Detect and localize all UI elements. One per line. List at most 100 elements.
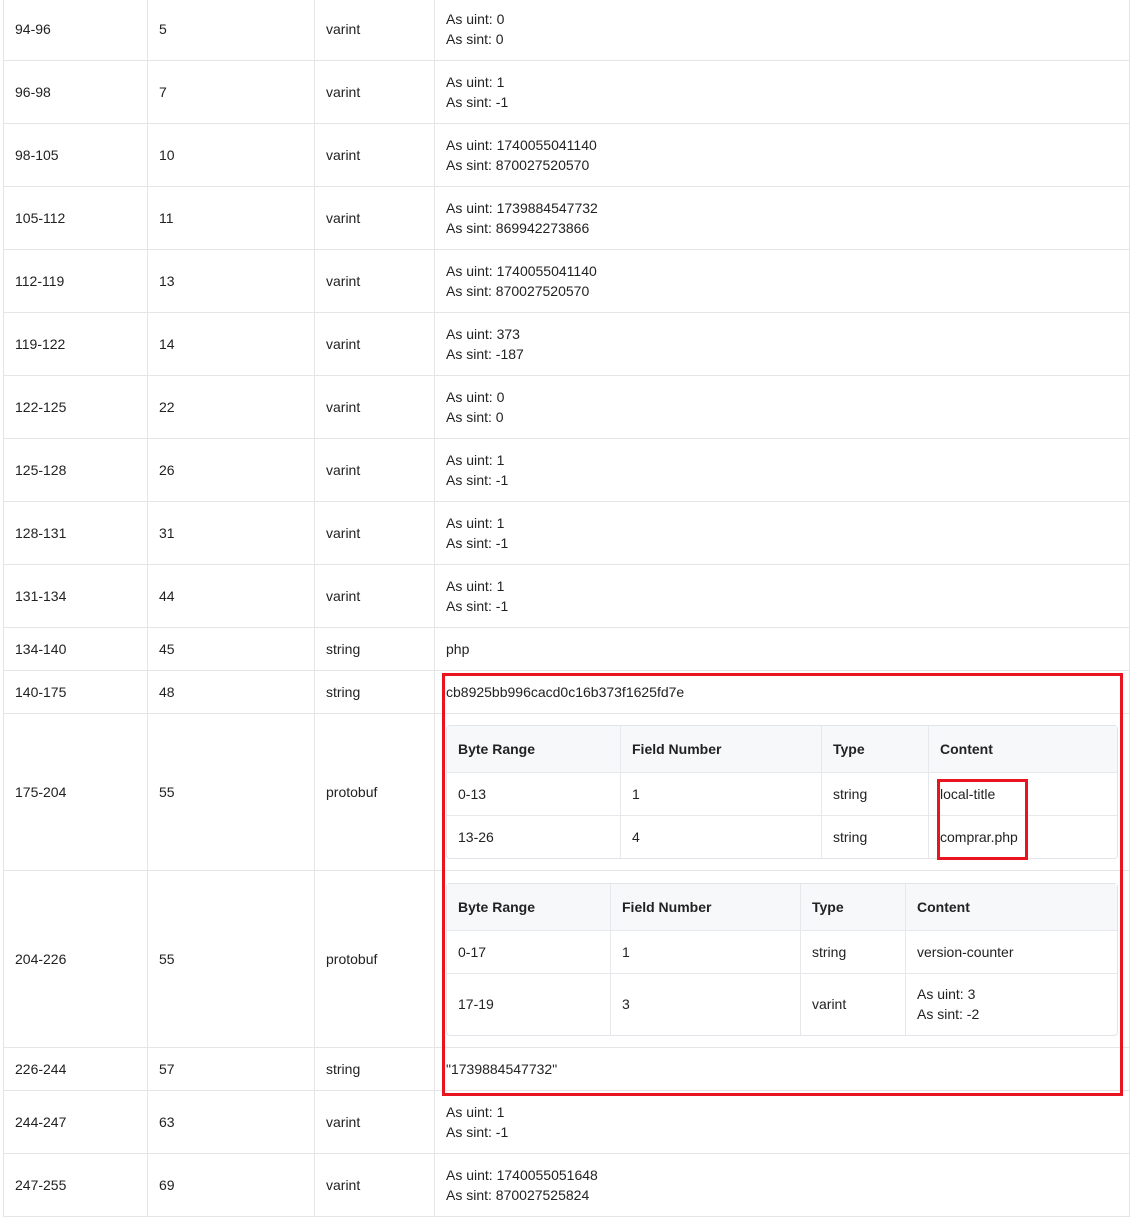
type-cell: varint xyxy=(314,60,435,124)
byte-range-cell: 131-134 xyxy=(3,564,148,628)
sint-value: As sint: 870027520570 xyxy=(446,283,590,299)
sint-value: As sint: 0 xyxy=(446,409,504,425)
type-cell: varint xyxy=(314,501,435,565)
uint-value: As uint: 1 xyxy=(446,452,505,468)
field-number-cell: 45 xyxy=(147,627,315,671)
byte-range-cell: 226-244 xyxy=(3,1047,148,1091)
field-number-cell: 69 xyxy=(147,1153,315,1217)
table-row: 94-96 5 varint As uint: 0 As sint: 0 xyxy=(3,0,1130,61)
sint-value: As sint: 870027520570 xyxy=(446,157,590,173)
content-cell: php xyxy=(434,627,1130,671)
byte-range-cell: 94-96 xyxy=(3,0,148,61)
content-cell: As uint: 1 As sint: -1 xyxy=(434,1090,1130,1154)
highlight-box-content xyxy=(937,779,1028,860)
field-number-cell: 13 xyxy=(147,249,315,313)
uint-value: As uint: 0 xyxy=(446,11,505,27)
type-cell: varint xyxy=(314,123,435,187)
uint-value: As uint: 1 xyxy=(446,74,505,90)
table-row: 131-134 44 varint As uint: 1 As sint: -1 xyxy=(3,564,1130,628)
uint-value: As uint: 1 xyxy=(446,578,505,594)
byte-range-cell: 244-247 xyxy=(3,1090,148,1154)
field-number-cell: 22 xyxy=(147,375,315,439)
uint-value: As uint: 1740055041140 xyxy=(446,137,597,153)
type-cell: protobuf xyxy=(314,713,435,871)
highlight-box xyxy=(442,673,1123,1096)
type-cell: varint xyxy=(314,249,435,313)
byte-range-cell: 204-226 xyxy=(3,870,148,1048)
content-cell: As uint: 1740055041140 As sint: 870027520… xyxy=(434,249,1130,313)
field-number-cell: 26 xyxy=(147,438,315,502)
table-row: 125-128 26 varint As uint: 1 As sint: -1 xyxy=(3,438,1130,502)
type-cell: varint xyxy=(314,312,435,376)
sint-value: As sint: 870027525824 xyxy=(446,1187,590,1203)
byte-range-cell: 247-255 xyxy=(3,1153,148,1217)
content-cell: As uint: 1740055051648 As sint: 870027525… xyxy=(434,1153,1130,1217)
byte-range-cell: 175-204 xyxy=(3,713,148,871)
content-cell: As uint: 1740055041140 As sint: 870027520… xyxy=(434,123,1130,187)
uint-value: As uint: 1 xyxy=(446,1104,505,1120)
type-cell: varint xyxy=(314,375,435,439)
content-cell: As uint: 1739884547732 As sint: 869942273… xyxy=(434,186,1130,250)
byte-range-cell: 112-119 xyxy=(3,249,148,313)
byte-range-cell: 134-140 xyxy=(3,627,148,671)
sint-value: As sint: -1 xyxy=(446,94,509,110)
table-row: 128-131 31 varint As uint: 1 As sint: -1 xyxy=(3,501,1130,565)
type-cell: varint xyxy=(314,0,435,61)
field-number-cell: 63 xyxy=(147,1090,315,1154)
field-number-cell: 57 xyxy=(147,1047,315,1091)
varint-rows-top: 94-96 5 varint As uint: 0 As sint: 0 96-98 7 va… xyxy=(3,0,1130,628)
type-cell: varint xyxy=(314,438,435,502)
type-cell: varint xyxy=(314,1090,435,1154)
field-number-cell: 14 xyxy=(147,312,315,376)
sint-value: As sint: -1 xyxy=(446,472,509,488)
uint-value: As uint: 1 xyxy=(446,515,505,531)
uint-value: As uint: 0 xyxy=(446,389,505,405)
field-number-cell: 5 xyxy=(147,0,315,61)
content-cell: As uint: 0 As sint: 0 xyxy=(434,375,1130,439)
type-cell: varint xyxy=(314,186,435,250)
type-cell: string xyxy=(314,670,435,714)
table-row: 96-98 7 varint As uint: 1 As sint: -1 xyxy=(3,60,1130,124)
content-cell: As uint: 373 As sint: -187 xyxy=(434,312,1130,376)
byte-range-cell: 98-105 xyxy=(3,123,148,187)
uint-value: As uint: 373 xyxy=(446,326,520,342)
varint-rows-bottom: 244-247 63 varint As uint: 1 As sint: -1 247-… xyxy=(3,1090,1130,1217)
table-row: 247-255 69 varint As uint: 1740055051648 As … xyxy=(3,1153,1130,1217)
byte-range-cell: 122-125 xyxy=(3,375,148,439)
content-cell: As uint: 1 As sint: -1 xyxy=(434,564,1130,628)
sint-value: As sint: 0 xyxy=(446,31,504,47)
table-row: 119-122 14 varint As uint: 373 As sint: -187 xyxy=(3,312,1130,376)
uint-value: As uint: 1739884547732 xyxy=(446,200,598,216)
table-row: 134-140 45 string php xyxy=(3,627,1130,671)
field-number-cell: 44 xyxy=(147,564,315,628)
byte-range-cell: 96-98 xyxy=(3,60,148,124)
field-number-cell: 7 xyxy=(147,60,315,124)
table-row: 105-112 11 varint As uint: 1739884547732 As … xyxy=(3,186,1130,250)
table-row: 122-125 22 varint As uint: 0 As sint: 0 xyxy=(3,375,1130,439)
uint-value: As uint: 1740055051648 xyxy=(446,1167,598,1183)
field-number-cell: 48 xyxy=(147,670,315,714)
byte-range-cell: 140-175 xyxy=(3,670,148,714)
byte-range-cell: 119-122 xyxy=(3,312,148,376)
field-number-cell: 31 xyxy=(147,501,315,565)
sint-value: As sint: 869942273866 xyxy=(446,220,590,236)
content-cell: As uint: 1 As sint: -1 xyxy=(434,60,1130,124)
type-cell: varint xyxy=(314,564,435,628)
uint-value: As uint: 1740055041140 xyxy=(446,263,597,279)
content-cell: As uint: 1 As sint: -1 xyxy=(434,501,1130,565)
type-cell: protobuf xyxy=(314,870,435,1048)
field-number-cell: 11 xyxy=(147,186,315,250)
type-cell: varint xyxy=(314,1153,435,1217)
field-number-cell: 55 xyxy=(147,870,315,1048)
byte-range-cell: 105-112 xyxy=(3,186,148,250)
type-cell: string xyxy=(314,1047,435,1091)
content-cell: As uint: 1 As sint: -1 xyxy=(434,438,1130,502)
sint-value: As sint: -1 xyxy=(446,1124,509,1140)
byte-range-cell: 128-131 xyxy=(3,501,148,565)
sint-value: As sint: -187 xyxy=(446,346,524,362)
content-cell: As uint: 0 As sint: 0 xyxy=(434,0,1130,61)
table-row: 98-105 10 varint As uint: 1740055041140 As s… xyxy=(3,123,1130,187)
table-row: 244-247 63 varint As uint: 1 As sint: -1 xyxy=(3,1090,1130,1154)
field-number-cell: 10 xyxy=(147,123,315,187)
field-number-cell: 55 xyxy=(147,713,315,871)
